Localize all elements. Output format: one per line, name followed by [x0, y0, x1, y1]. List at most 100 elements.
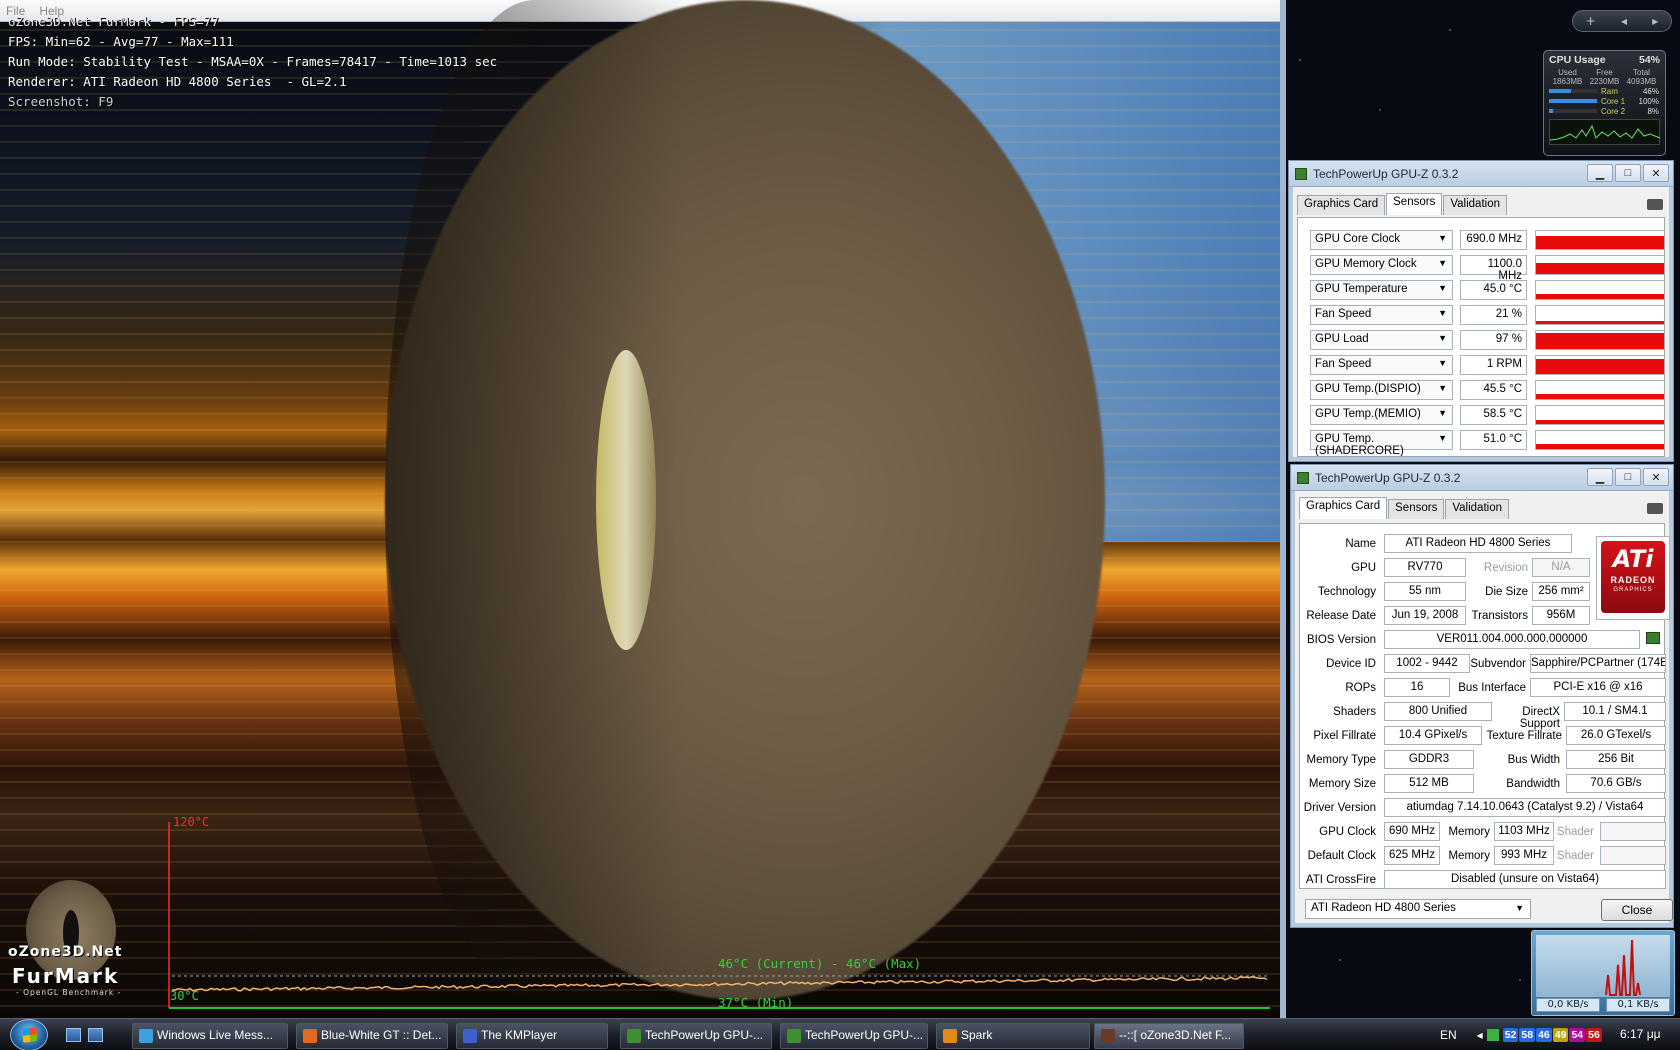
gpuz-app-icon — [1295, 167, 1307, 180]
label-shaders: Shaders — [1333, 706, 1376, 718]
bios-save-icon[interactable] — [1646, 632, 1660, 644]
field-shaders[interactable]: 800 Unified — [1384, 702, 1492, 721]
maximize-icon[interactable]: □ — [1615, 468, 1641, 486]
gpuz-card-titlebar[interactable]: TechPowerUp GPU-Z 0.3.2 ▁ □ ✕ — [1291, 465, 1673, 491]
field-transistors[interactable]: 956M — [1532, 606, 1590, 625]
sensor-name-dropdown[interactable]: GPU Temperature ▼ — [1310, 280, 1453, 300]
field-revision[interactable]: N/A — [1532, 558, 1590, 577]
tab-graphics-card[interactable]: Graphics Card — [1299, 497, 1388, 519]
sensor-name-dropdown[interactable]: Fan Speed ▼ — [1310, 305, 1453, 325]
field-texture-fillrate[interactable]: 26.0 GTexel/s — [1566, 726, 1666, 745]
sensor-name-dropdown[interactable]: GPU Load ▼ — [1310, 330, 1453, 350]
field-default-clock[interactable]: 625 MHz — [1384, 846, 1440, 865]
gpu-select-dropdown[interactable]: ATI Radeon HD 4800 Series ▼ — [1305, 899, 1531, 919]
field-technology[interactable]: 55 nm — [1384, 582, 1466, 601]
label-shader-clock: Shader — [1556, 826, 1594, 838]
mem-used-value: 1863MB — [1552, 77, 1583, 86]
close-icon[interactable]: ✕ — [1643, 468, 1669, 486]
field-memory-size[interactable]: 512 MB — [1384, 774, 1474, 793]
sensor-name-dropdown[interactable]: GPU Memory Clock ▼ — [1310, 255, 1453, 275]
sensor-name: GPU Temperature — [1315, 283, 1408, 295]
gpuz-app-icon — [1297, 471, 1309, 484]
cpu-history-svg — [1549, 124, 1661, 141]
sensor-name-dropdown[interactable]: GPU Temp.(SHADERCORE) ▼ — [1310, 430, 1453, 456]
field-directx[interactable]: 10.1 / SM4.1 — [1564, 702, 1666, 721]
sensor-graph-fill — [1536, 293, 1664, 299]
app-icon — [627, 1029, 641, 1043]
field-rops[interactable]: 16 — [1384, 678, 1450, 697]
label-release-date: Release Date — [1306, 610, 1376, 622]
screenshot-camera-icon[interactable] — [1647, 503, 1663, 514]
field-name[interactable]: ATI Radeon HD 4800 Series — [1384, 534, 1572, 553]
taskbar-button[interactable]: Spark — [936, 1023, 1090, 1049]
furmark-window[interactable]: File Help oZone3D.Net FurMark - FPS=77 F… — [0, 0, 1286, 1018]
field-die-size[interactable]: 256 mm² — [1532, 582, 1590, 601]
field-gpu[interactable]: RV770 — [1384, 558, 1466, 577]
field-shader-clock[interactable] — [1600, 822, 1666, 841]
tray-app-icon[interactable] — [1486, 1029, 1499, 1041]
tab-graphics-card[interactable]: Graphics Card — [1297, 195, 1386, 215]
field-bios-version[interactable]: VER011.004.000.000.000000 — [1384, 630, 1640, 649]
field-gpu-clock[interactable]: 690 MHz — [1384, 822, 1440, 841]
core-temp-badge[interactable]: 46 — [1536, 1028, 1552, 1042]
taskbar-button[interactable]: The KMPlayer — [456, 1023, 608, 1049]
clock[interactable]: 6:17 μμ — [1620, 1027, 1661, 1041]
sensor-name-dropdown[interactable]: Fan Speed ▼ — [1310, 355, 1453, 375]
core-temp-badge[interactable]: 56 — [1586, 1028, 1602, 1042]
field-crossfire[interactable]: Disabled (unsure on Vista64) — [1384, 870, 1666, 889]
core-temp-badge[interactable]: 54 — [1569, 1028, 1586, 1042]
field-driver-version[interactable]: atiumdag 7.14.10.0643 (Catalyst 9.2) / V… — [1384, 798, 1666, 817]
field-release-date[interactable]: Jun 19, 2008 — [1384, 606, 1466, 625]
field-default-shader[interactable] — [1600, 846, 1666, 865]
core-temp-badge[interactable]: 49 — [1552, 1028, 1569, 1042]
field-subvendor[interactable]: Sapphire/PCPartner (174B) — [1530, 654, 1666, 673]
next-icon[interactable]: ▸ — [1652, 14, 1658, 28]
screenshot-camera-icon[interactable] — [1647, 199, 1663, 210]
app-icon — [787, 1029, 801, 1043]
language-indicator[interactable]: EN — [1440, 1028, 1457, 1042]
sensor-name: GPU Temp.(SHADERCORE) — [1315, 433, 1404, 457]
taskbar-button[interactable]: --::[ oZone3D.Net F... — [1094, 1023, 1244, 1049]
gpuz-sensors-window[interactable]: TechPowerUp GPU-Z 0.3.2 ▁ □ ✕ Graphics C… — [1288, 160, 1674, 462]
minimize-icon[interactable]: ▁ — [1587, 468, 1613, 486]
sensor-name-dropdown[interactable]: GPU Core Clock ▼ — [1310, 230, 1453, 250]
switch-windows-icon[interactable] — [88, 1028, 103, 1042]
maximize-icon[interactable]: □ — [1615, 164, 1641, 182]
field-gpu-memory[interactable]: 1103 MHz — [1494, 822, 1554, 841]
prev-icon[interactable]: ◂ — [1621, 14, 1627, 28]
sensor-row: Fan Speed ▼ 21 % — [1310, 305, 1664, 327]
field-default-memory[interactable]: 993 MHz — [1494, 846, 1554, 865]
network-meter-gadget[interactable]: 0,0 KB/s 0,1 KB/s — [1531, 930, 1675, 1016]
sidebar-gadget-controls[interactable]: + ◂ ▸ — [1572, 10, 1672, 32]
field-bandwidth[interactable]: 70.6 GB/s — [1566, 774, 1666, 793]
field-bus-width[interactable]: 256 Bit — [1566, 750, 1666, 769]
core-temp-badge[interactable]: 52 — [1502, 1028, 1519, 1042]
taskbar-button[interactable]: TechPowerUp GPU-... — [780, 1023, 928, 1049]
start-button[interactable] — [10, 1019, 48, 1050]
taskbar-button[interactable]: Blue-White GT :: Det... — [296, 1023, 448, 1049]
field-pixel-fillrate[interactable]: 10.4 GPixel/s — [1384, 726, 1482, 745]
show-desktop-icon[interactable] — [66, 1028, 81, 1042]
field-device-id[interactable]: 1002 - 9442 — [1384, 654, 1470, 673]
close-button[interactable]: Close — [1601, 899, 1673, 921]
tray-expand-icon[interactable]: ◂ — [1477, 1028, 1483, 1042]
cpu-usage-gadget[interactable]: CPU Usage 54% Used Free Total 1863MB 223… — [1543, 50, 1666, 156]
tab-validation[interactable]: Validation — [1443, 195, 1507, 215]
sensor-name-dropdown[interactable]: GPU Temp.(MEMIO) ▼ — [1310, 405, 1453, 425]
sensor-name-dropdown[interactable]: GPU Temp.(DISPIO) ▼ — [1310, 380, 1453, 400]
taskbar-button[interactable]: TechPowerUp GPU-... — [620, 1023, 772, 1049]
taskbar-button[interactable]: Windows Live Mess... — [132, 1023, 288, 1049]
tab-sensors[interactable]: Sensors — [1386, 193, 1443, 215]
tab-sensors[interactable]: Sensors — [1388, 499, 1445, 519]
core-temp-badge[interactable]: 58 — [1519, 1028, 1536, 1042]
core-temps: 52 58 46 49 54 56 — [1502, 1028, 1602, 1042]
gpuz-sensors-titlebar[interactable]: TechPowerUp GPU-Z 0.3.2 ▁ □ ✕ — [1289, 161, 1673, 187]
sensor-graph — [1535, 405, 1664, 425]
minimize-icon[interactable]: ▁ — [1587, 164, 1613, 182]
field-memory-type[interactable]: GDDR3 — [1384, 750, 1474, 769]
close-icon[interactable]: ✕ — [1643, 164, 1669, 182]
add-gadget-icon[interactable]: + — [1586, 14, 1596, 28]
gpuz-card-window[interactable]: TechPowerUp GPU-Z 0.3.2 ▁ □ ✕ Graphics C… — [1290, 464, 1674, 928]
tab-validation[interactable]: Validation — [1445, 499, 1509, 519]
field-bus-interface[interactable]: PCI-E x16 @ x16 — [1530, 678, 1666, 697]
